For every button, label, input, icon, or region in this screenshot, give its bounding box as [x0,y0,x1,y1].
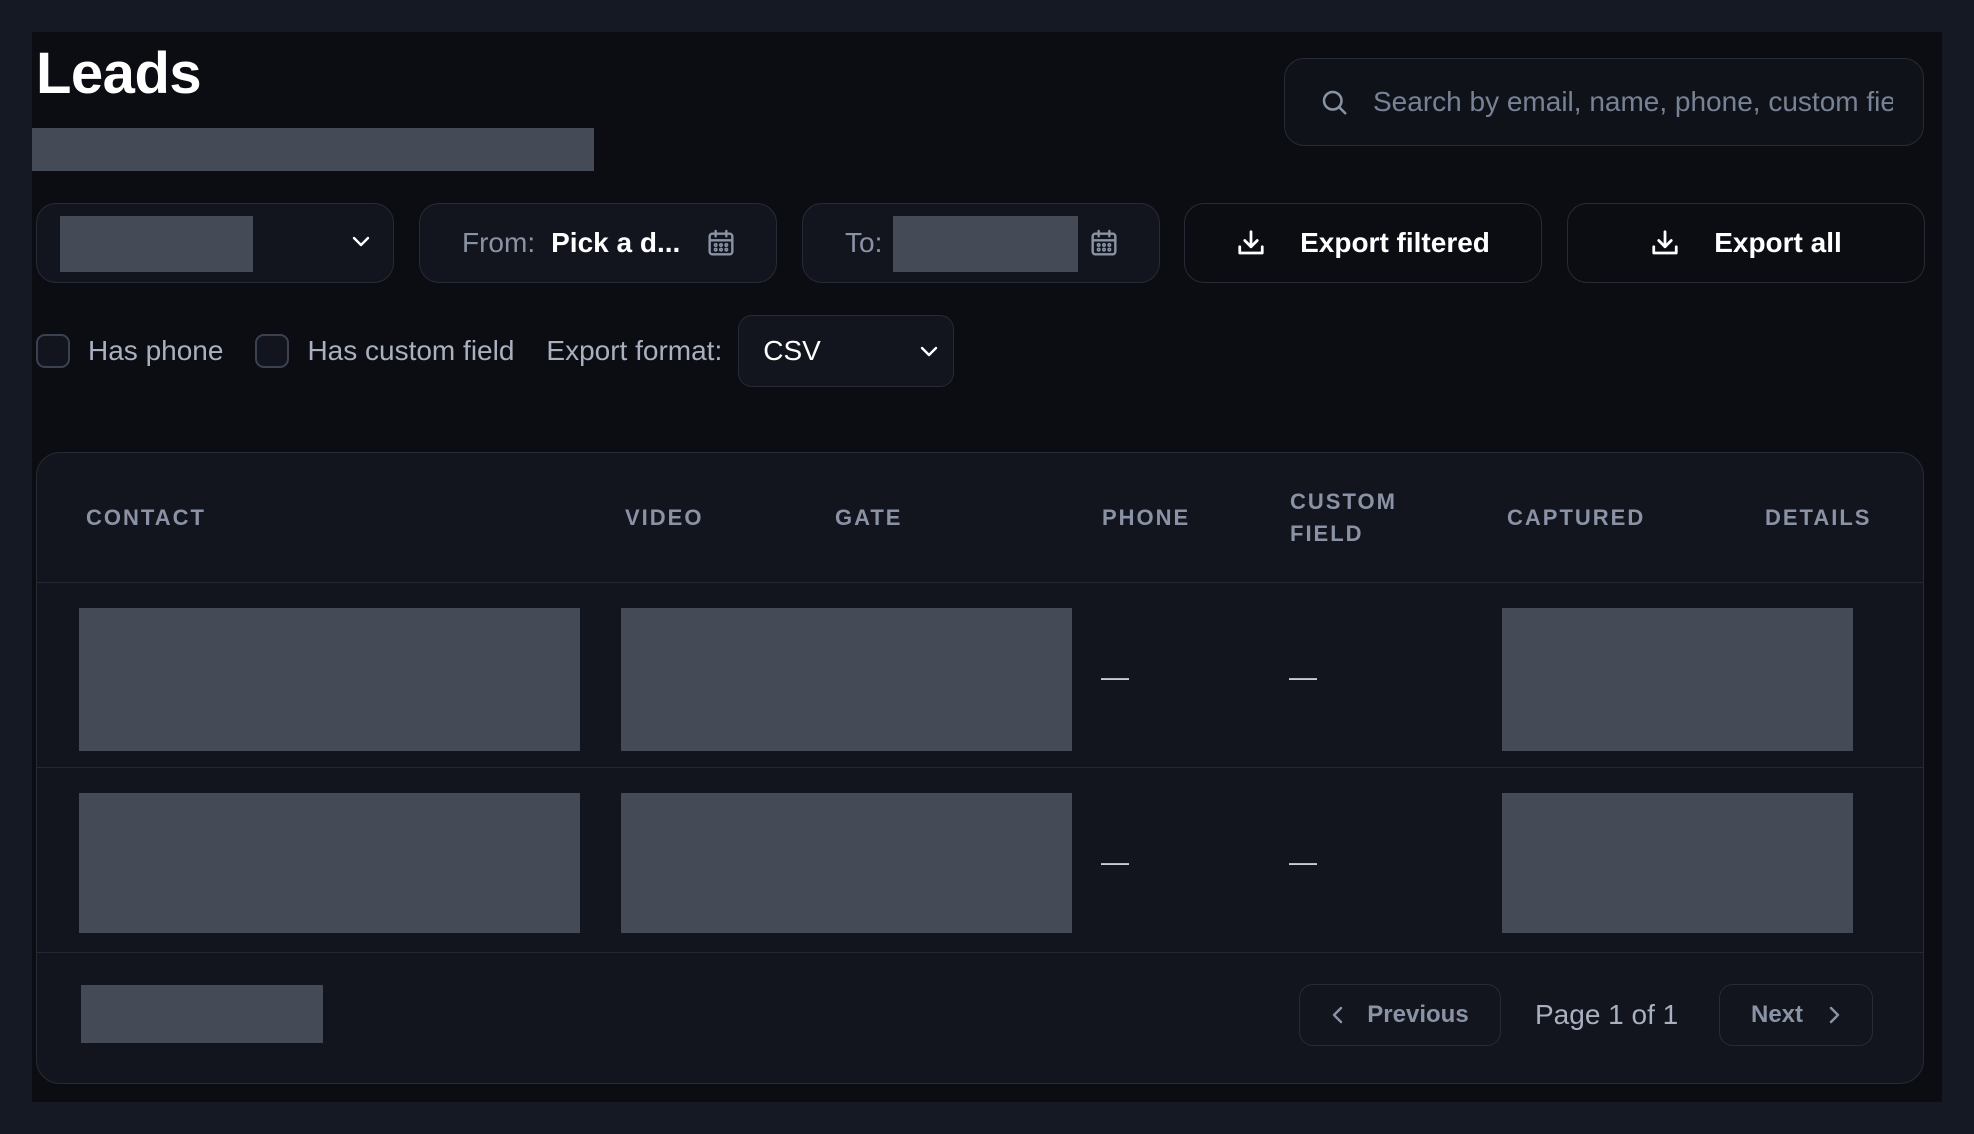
to-label: To: [845,227,883,258]
export-format-select[interactable]: CSV [738,315,955,387]
contact-cell-skeleton [79,608,580,751]
table-row[interactable]: — — [37,768,1923,953]
from-label: From: [462,227,536,258]
download-icon [1238,230,1264,255]
leads-table: CONTACT VIDEO GATE PHONE CUSTOM FIELD CA… [36,452,1924,1084]
to-date-picker[interactable]: To: [802,203,1160,283]
filter-options: Has phone Has custom field Export format… [36,315,955,387]
captured-cell-skeleton [1502,793,1853,933]
column-header-video[interactable]: VIDEO [625,502,703,534]
export-format-value: CSV [763,335,821,366]
video-select-skeleton [60,216,253,272]
video-gate-cell-skeleton [621,608,1072,751]
previous-label: Previous [1367,1001,1469,1028]
table-header: CONTACT VIDEO GATE PHONE CUSTOM FIELD CA… [37,453,1923,583]
chevron-down-icon [921,346,938,357]
video-gate-cell-skeleton [621,793,1072,933]
column-header-contact[interactable]: CONTACT [86,502,206,534]
has-phone-label[interactable]: Has phone [88,335,223,367]
table-row[interactable]: — — [37,583,1923,768]
column-header-custom-field[interactable]: CUSTOM FIELD [1290,486,1397,550]
column-header-custom-field-line1: CUSTOM [1290,489,1397,514]
chevron-right-icon [1829,1006,1840,1024]
has-phone-checkbox[interactable] [36,334,70,368]
phone-cell: — [1101,661,1129,692]
column-header-custom-field-line2: FIELD [1290,521,1364,546]
phone-cell: — [1101,846,1129,877]
download-icon [1652,230,1678,255]
has-custom-field-checkbox[interactable] [255,334,290,368]
from-date-picker[interactable]: From: Pick a d... [419,203,777,283]
column-header-phone[interactable]: PHONE [1102,502,1190,534]
export-filtered-button[interactable]: Export filtered [1184,203,1542,283]
search-icon [1322,90,1347,115]
has-custom-field-label[interactable]: Has custom field [307,335,514,367]
calendar-icon [708,229,734,256]
subtitle-skeleton [32,128,594,171]
page-title: Leads [36,41,202,106]
search-input[interactable] [1373,86,1923,118]
next-label: Next [1750,1001,1804,1028]
export-format-label: Export format: [546,335,723,366]
column-header-captured[interactable]: CAPTURED [1507,502,1645,534]
from-value: Pick a d... [551,227,681,258]
previous-page-button[interactable]: Previous [1299,984,1501,1046]
custom-field-cell: — [1289,846,1317,877]
column-header-gate[interactable]: GATE [835,502,902,534]
captured-cell-skeleton [1502,608,1853,751]
leads-panel: Leads From: Pick a d... To: Export filte… [32,32,1942,1102]
chevron-down-icon [352,236,370,247]
export-all-button[interactable]: Export all [1567,203,1925,283]
custom-field-cell: — [1289,661,1317,692]
chevron-left-icon [1333,1006,1343,1024]
next-page-button[interactable]: Next [1719,984,1873,1046]
contact-cell-skeleton [79,793,580,933]
calendar-icon [1091,229,1117,256]
to-value-skeleton [893,216,1078,272]
export-filtered-label: Export filtered [1300,227,1490,258]
column-header-details[interactable]: DETAILS [1765,502,1871,534]
export-all-label: Export all [1714,227,1842,258]
page-indicator: Page 1 of 1 [1535,999,1679,1030]
results-count-skeleton [81,985,323,1043]
video-select[interactable] [36,203,394,283]
search-box[interactable] [1284,58,1924,146]
